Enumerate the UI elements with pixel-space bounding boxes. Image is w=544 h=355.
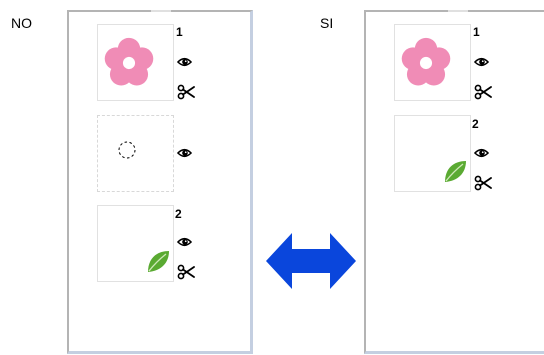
eye-icon[interactable]	[177, 56, 192, 68]
eye-icon[interactable]	[474, 56, 489, 68]
layers-panel-no: 1 2	[67, 10, 253, 354]
scissors-icon[interactable]	[474, 84, 492, 100]
label-no: NO	[11, 15, 32, 31]
scissors-icon[interactable]	[177, 264, 195, 280]
layer-number: 2	[472, 117, 479, 131]
panel-top-divider	[448, 10, 468, 12]
flower-image	[103, 37, 155, 89]
panel-top-divider	[151, 10, 171, 12]
layer-thumbnail-leaf[interactable]	[97, 205, 174, 282]
swap-arrow-icon	[266, 233, 356, 289]
eye-icon[interactable]	[177, 147, 192, 159]
layer-number: 1	[176, 25, 183, 39]
leaf-image	[146, 249, 170, 273]
layers-panel-si: 1 2	[364, 10, 544, 354]
layer-thumbnail-flower[interactable]	[394, 24, 471, 101]
layer-thumbnail-empty[interactable]	[97, 115, 174, 192]
scissors-icon[interactable]	[177, 84, 195, 100]
leaf-image	[443, 159, 467, 183]
layer-thumbnail-leaf[interactable]	[394, 115, 471, 192]
layer-thumbnail-flower[interactable]	[97, 24, 174, 101]
eye-icon[interactable]	[177, 236, 192, 248]
eye-icon[interactable]	[474, 147, 489, 159]
layer-number: 2	[175, 207, 182, 221]
layer-number: 1	[473, 25, 480, 39]
label-si: SI	[320, 15, 334, 31]
dashed-circle-icon	[118, 141, 136, 159]
flower-image	[400, 37, 452, 89]
scissors-icon[interactable]	[474, 175, 492, 191]
